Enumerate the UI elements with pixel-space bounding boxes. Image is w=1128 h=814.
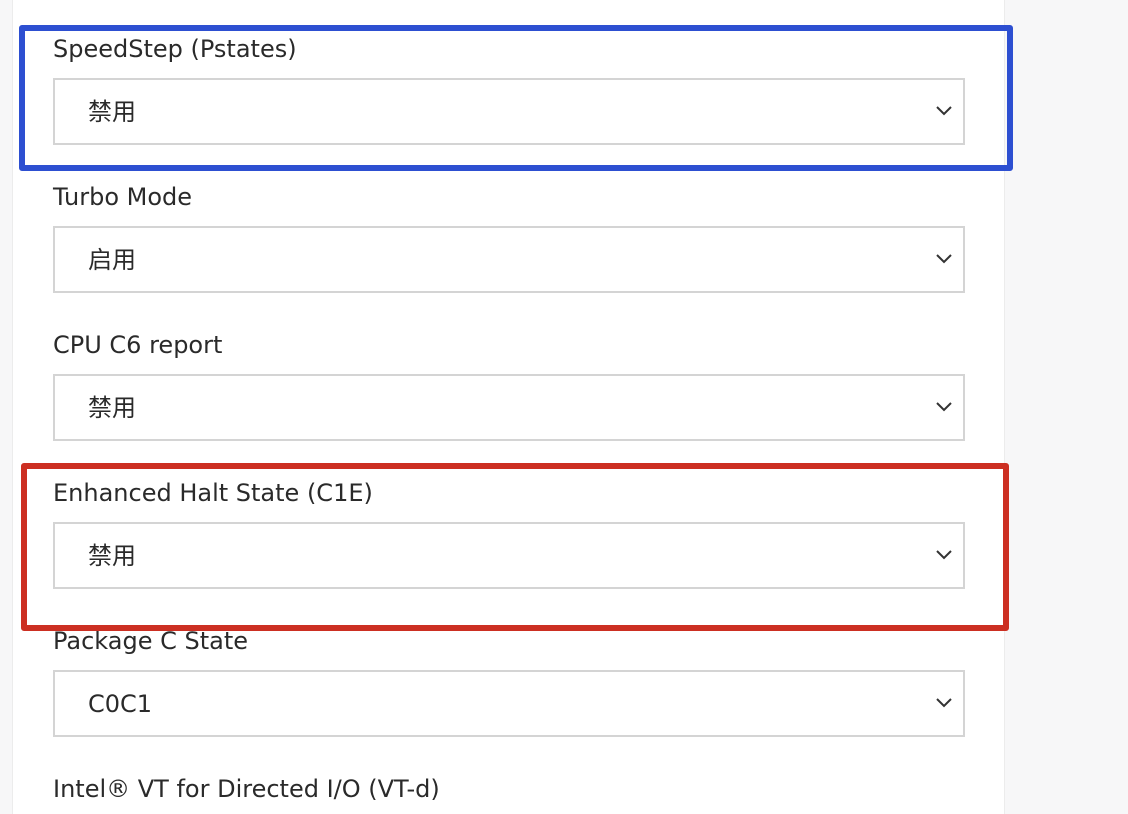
- chevron-down-icon: [936, 550, 952, 560]
- select-value: 禁用: [88, 98, 136, 126]
- chevron-down-icon: [936, 698, 952, 708]
- chevron-down-icon: [936, 106, 952, 116]
- enhanced-halt-state-select[interactable]: 禁用: [53, 522, 965, 589]
- select-value: 禁用: [88, 542, 136, 570]
- setting-label: CPU C6 report: [53, 331, 223, 359]
- setting-label: SpeedStep (Pstates): [53, 35, 297, 63]
- cpu-c6-report-select[interactable]: 禁用: [53, 374, 965, 441]
- chevron-down-icon: [936, 402, 952, 412]
- setting-label: Enhanced Halt State (C1E): [53, 479, 373, 507]
- chevron-down-icon: [936, 254, 952, 264]
- select-value: 启用: [88, 246, 136, 274]
- turbo-mode-select[interactable]: 启用: [53, 226, 965, 293]
- setting-label: Turbo Mode: [53, 183, 193, 211]
- select-value: C0C1: [88, 690, 153, 718]
- package-c-state-select[interactable]: C0C1: [53, 670, 965, 737]
- speedstep-select[interactable]: 禁用: [53, 78, 965, 145]
- setting-label: Package C State: [53, 627, 249, 655]
- select-value: 禁用: [88, 394, 136, 422]
- setting-label: Intel® VT for Directed I/O (VT-d): [53, 775, 440, 803]
